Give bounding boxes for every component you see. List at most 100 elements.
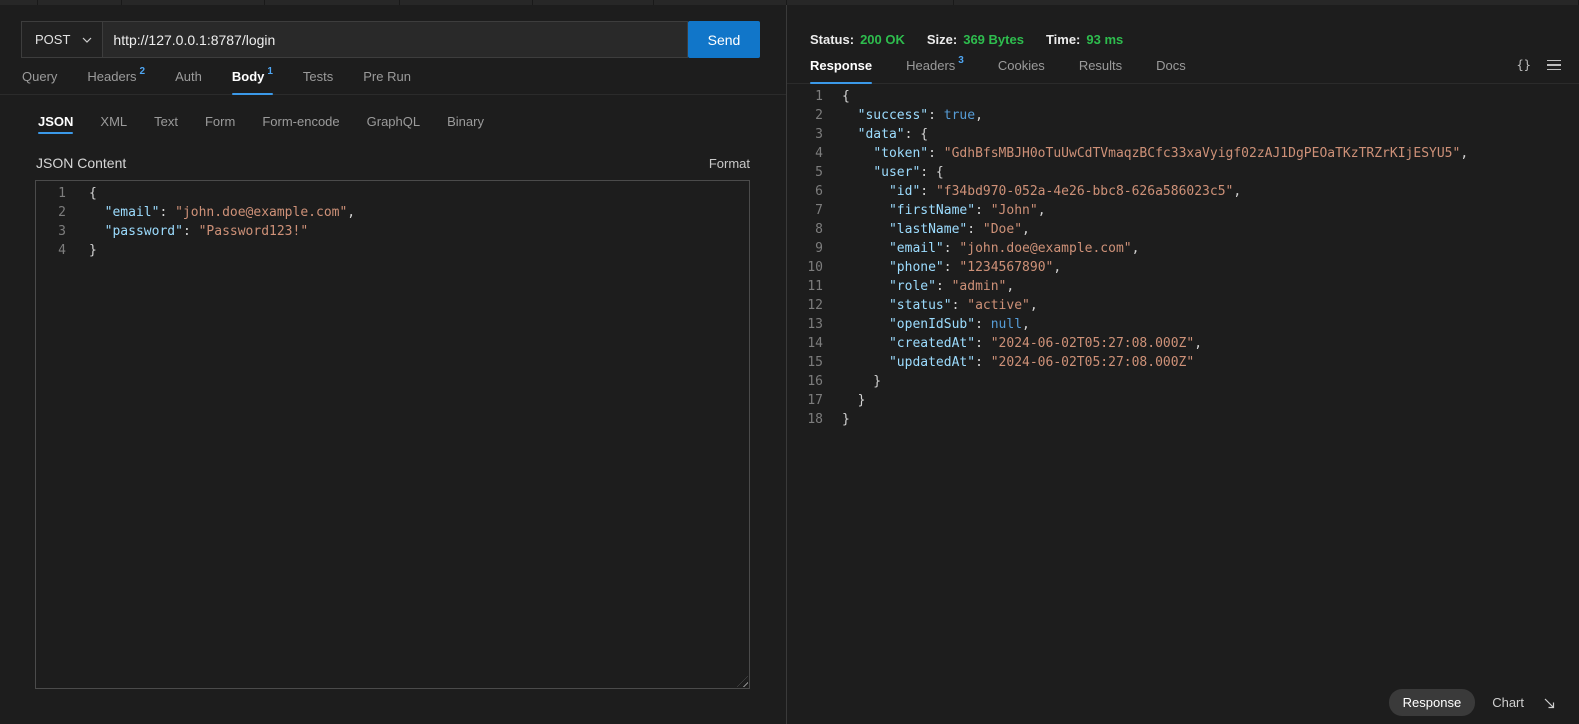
line-number: 7 (815, 203, 823, 218)
json-editor[interactable]: 1{2 "email": "john.doe@example.com", 3 "p… (35, 180, 750, 689)
time-label: Time: (1045, 32, 1081, 47)
format-button[interactable]: Format (709, 156, 750, 171)
body-tab-text[interactable]: Text (154, 103, 178, 139)
tab-response-headers[interactable]: Headers 3 (906, 47, 964, 83)
status-value: 200 OK (860, 32, 905, 47)
tab-label: GraphQL (366, 113, 421, 129)
tab-body[interactable]: Body 1 (231, 58, 273, 95)
tab-query[interactable]: Query (22, 58, 57, 94)
view-response-button[interactable]: Response (1388, 689, 1476, 716)
response-tabs: Response Headers 3 Cookies Results Docs … (787, 47, 1579, 84)
tab-cookies[interactable]: Cookies (998, 47, 1045, 83)
body-tab-xml[interactable]: XML (100, 103, 127, 139)
tab-label: Form (204, 113, 236, 129)
code-line: 4} (36, 241, 749, 260)
status-group: Status: 200 OK (810, 32, 905, 47)
line-number: 12 (807, 298, 823, 313)
format-braces-icon[interactable]: {} (1517, 58, 1531, 72)
tab-label: Pre Run (363, 68, 411, 84)
response-meta-row: Status: 200 OK Size: 369 Bytes Time: 93 … (810, 32, 1579, 47)
request-url-row: POST Send (21, 21, 760, 58)
chevron-down-icon (82, 37, 92, 43)
line-number: 8 (815, 222, 823, 237)
code-line: 10 "phone": "1234567890", (787, 258, 1579, 277)
expand-diagonal-icon[interactable] (1541, 695, 1557, 711)
method-select[interactable]: POST (22, 22, 104, 57)
code-line: 6 "id": "f34bd970-052a-4e26-bbc8-626a586… (787, 182, 1579, 201)
response-body-code: 1{2 "success": true, 3 "data": {4 "token"… (787, 84, 1579, 429)
tab-label: Tests (302, 68, 334, 84)
code-line: 16 } (787, 372, 1579, 391)
code-line: 3 "password": "Password123!" (36, 222, 749, 241)
tab-count-badge: 2 (139, 65, 146, 77)
request-body-code[interactable]: 1{2 "email": "john.doe@example.com", 3 "p… (36, 184, 749, 260)
line-number: 4 (58, 243, 66, 258)
line-number: 11 (807, 279, 823, 294)
code-line: 15 "updatedAt": "2024-06-02T05:27:08.000… (787, 353, 1579, 372)
tab-label: Headers (906, 57, 956, 73)
code-line: 17 } (787, 391, 1579, 410)
url-input[interactable] (103, 22, 687, 57)
line-number: 5 (815, 165, 823, 180)
tab-label: Query (22, 68, 58, 84)
response-tab-icons: {} (1517, 47, 1579, 83)
line-number: 2 (815, 108, 823, 123)
tab-label: Docs (1156, 57, 1186, 73)
code-line: 2 "success": true, (787, 106, 1579, 125)
time-value: 93 ms (1086, 32, 1124, 47)
line-number: 16 (807, 374, 823, 389)
tab-label: Cookies (997, 57, 1045, 73)
code-line: 8 "lastName": "Doe", (787, 220, 1579, 239)
line-number: 1 (815, 89, 823, 104)
method-value: POST (35, 32, 71, 47)
body-tab-form-encode[interactable]: Form-encode (262, 103, 339, 139)
tab-tests[interactable]: Tests (303, 58, 333, 94)
code-line: 9 "email": "john.doe@example.com", (787, 239, 1579, 258)
body-tab-graphql[interactable]: GraphQL (367, 103, 420, 139)
tab-label: Text (154, 113, 178, 129)
json-content-title: JSON Content (36, 155, 127, 171)
body-tab-json[interactable]: JSON (38, 103, 74, 139)
tab-response[interactable]: Response (810, 47, 873, 84)
tab-label: Form-encode (262, 113, 340, 129)
body-tab-binary[interactable]: Binary (447, 103, 484, 139)
tab-label: Body (231, 68, 265, 84)
line-number: 15 (807, 355, 823, 370)
tab-pre-run[interactable]: Pre Run (363, 58, 411, 94)
body-tab-form[interactable]: Form (205, 103, 235, 139)
tab-headers[interactable]: Headers 2 (87, 58, 145, 94)
code-line: 18} (787, 410, 1579, 429)
tab-label: XML (100, 113, 128, 129)
line-number: 2 (58, 205, 66, 220)
line-number: 1 (58, 186, 66, 201)
tab-label: Results (1078, 57, 1123, 73)
url-bar: POST (21, 21, 688, 58)
code-line: 4 "token": "GdhBfsMBJH0oTuUwCdTVmaqzBCfc… (787, 144, 1579, 163)
line-number: 10 (807, 260, 823, 275)
code-line: 3 "data": { (787, 125, 1579, 144)
code-line: 12 "status": "active", (787, 296, 1579, 315)
line-number: 6 (815, 184, 823, 199)
code-line: 14 "createdAt": "2024-06-02T05:27:08.000… (787, 334, 1579, 353)
code-line: 7 "firstName": "John", (787, 201, 1579, 220)
size-group: Size: 369 Bytes (927, 32, 1024, 47)
code-line: 1{ (787, 87, 1579, 106)
tab-docs[interactable]: Docs (1156, 47, 1186, 83)
response-panel: Status: 200 OK Size: 369 Bytes Time: 93 … (787, 5, 1579, 724)
code-line: 5 "user": { (787, 163, 1579, 182)
line-number: 17 (807, 393, 823, 408)
line-number: 14 (807, 336, 823, 351)
tab-results[interactable]: Results (1079, 47, 1122, 83)
send-button[interactable]: Send (688, 21, 760, 58)
tab-label: JSON (38, 113, 74, 129)
tab-count-badge: 1 (267, 65, 273, 77)
size-label: Size: (926, 32, 958, 47)
tab-auth[interactable]: Auth (175, 58, 202, 94)
body-type-tabs: JSON XML Text Form Form-encode GraphQL B… (0, 103, 786, 139)
menu-icon[interactable] (1547, 59, 1561, 71)
resize-grip[interactable] (737, 676, 748, 687)
line-number: 4 (815, 146, 823, 161)
code-line: 11 "role": "admin", (787, 277, 1579, 296)
time-group: Time: 93 ms (1046, 32, 1123, 47)
view-chart-button[interactable]: Chart (1492, 695, 1524, 710)
